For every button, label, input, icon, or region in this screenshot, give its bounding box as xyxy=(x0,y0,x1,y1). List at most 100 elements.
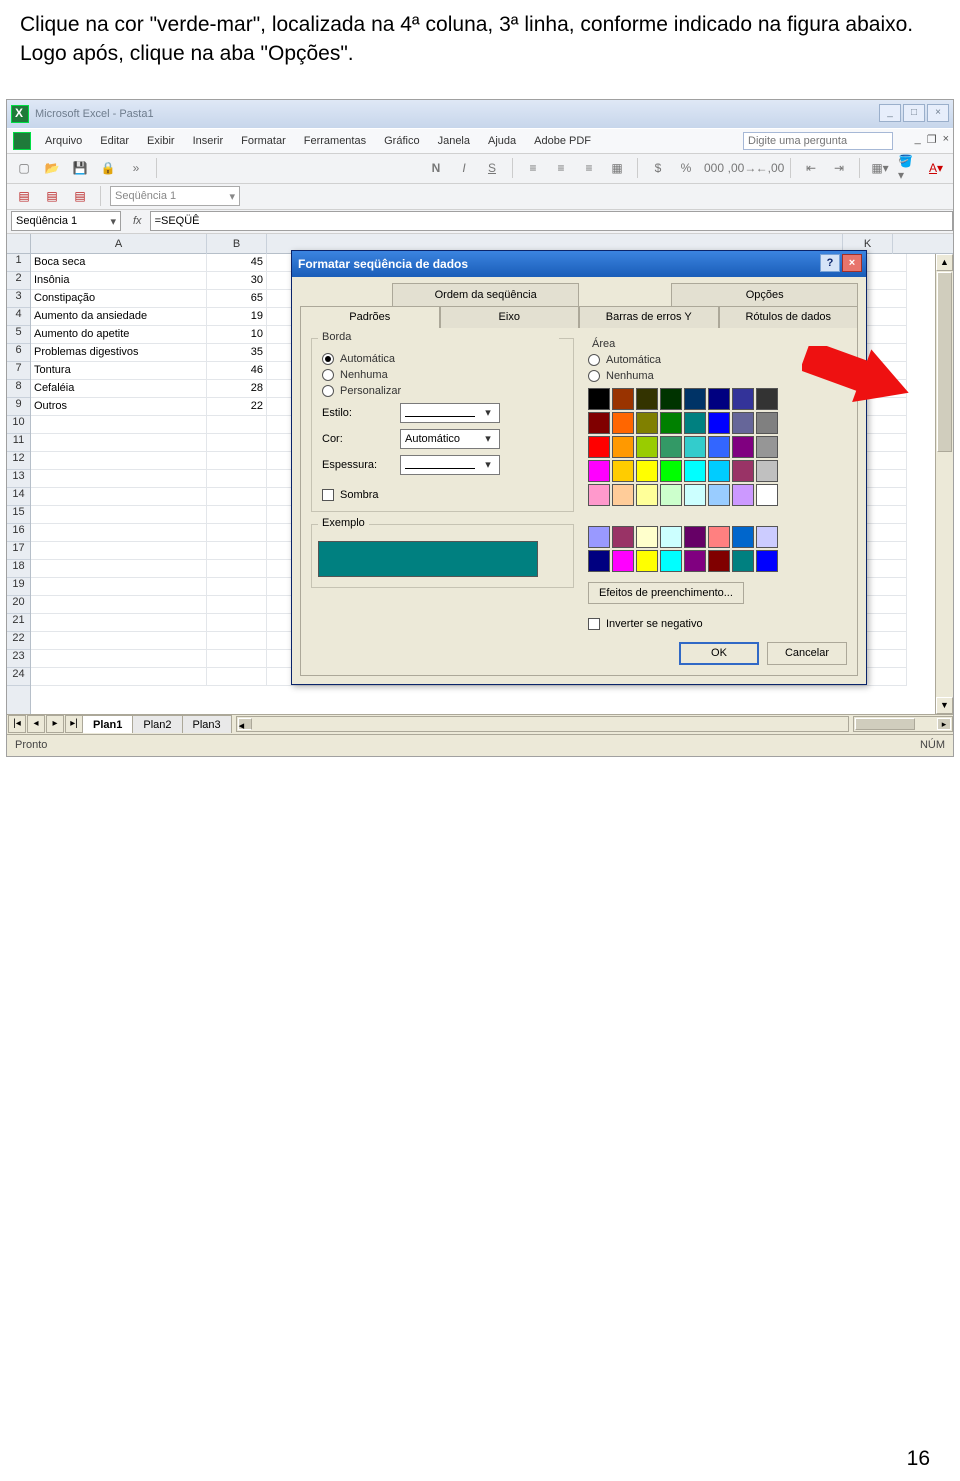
more-icon[interactable]: » xyxy=(125,157,147,179)
save-icon[interactable]: 💾 xyxy=(69,157,91,179)
cell[interactable]: Boca seca xyxy=(31,254,207,272)
italic-icon[interactable]: I xyxy=(453,157,475,179)
row-header[interactable]: 15 xyxy=(7,506,30,524)
row-header[interactable]: 22 xyxy=(7,632,30,650)
row-header[interactable]: 8 xyxy=(7,380,30,398)
color-swatch[interactable] xyxy=(660,436,682,458)
row-header[interactable]: 5 xyxy=(7,326,30,344)
cell[interactable]: 45 xyxy=(207,254,267,272)
cell[interactable] xyxy=(31,614,207,632)
vertical-scrollbar[interactable]: ▲ ▼ xyxy=(935,254,953,714)
color-swatch[interactable] xyxy=(684,550,706,572)
border-auto-radio[interactable]: Automática xyxy=(322,353,563,365)
color-swatch[interactable] xyxy=(708,460,730,482)
cell[interactable]: 28 xyxy=(207,380,267,398)
color-swatch[interactable] xyxy=(732,526,754,548)
cell[interactable]: 22 xyxy=(207,398,267,416)
cell[interactable] xyxy=(207,650,267,668)
weight-combo[interactable]: ▾ xyxy=(400,455,500,475)
cell[interactable] xyxy=(31,434,207,452)
color-swatch[interactable] xyxy=(612,526,634,548)
color-swatch[interactable] xyxy=(684,460,706,482)
pdf-icon-2[interactable]: ▤ xyxy=(41,185,63,207)
color-swatch[interactable] xyxy=(636,526,658,548)
scroll-down-icon[interactable]: ▼ xyxy=(936,697,953,714)
color-swatch[interactable] xyxy=(708,388,730,410)
underline-icon[interactable]: S xyxy=(481,157,503,179)
tab-nav-prev[interactable]: ◂ xyxy=(27,715,45,733)
row-header[interactable]: 4 xyxy=(7,308,30,326)
menu-ajuda[interactable]: Ajuda xyxy=(480,133,524,149)
cell[interactable] xyxy=(31,470,207,488)
cell[interactable]: Tontura xyxy=(31,362,207,380)
col-header-b[interactable]: B xyxy=(207,234,267,254)
invert-negative-checkbox[interactable]: Inverter se negativo xyxy=(588,618,847,630)
cell[interactable] xyxy=(31,632,207,650)
sheet-tab-plan3[interactable]: Plan3 xyxy=(182,715,232,733)
sheet-tab-plan2[interactable]: Plan2 xyxy=(132,715,182,733)
scroll-up-icon[interactable]: ▲ xyxy=(936,254,953,271)
thousands-icon[interactable]: 000 xyxy=(703,157,725,179)
color-swatch[interactable] xyxy=(636,412,658,434)
tab-ordem-sequencia[interactable]: Ordem da seqüência xyxy=(392,283,579,307)
menu-editar[interactable]: Editar xyxy=(92,133,137,149)
cell[interactable] xyxy=(31,542,207,560)
color-swatch[interactable] xyxy=(636,388,658,410)
menu-ferramentas[interactable]: Ferramentas xyxy=(296,133,374,149)
cell[interactable] xyxy=(207,506,267,524)
color-swatch[interactable] xyxy=(612,388,634,410)
cell[interactable]: 35 xyxy=(207,344,267,362)
cell[interactable] xyxy=(31,668,207,686)
cell[interactable]: Outros xyxy=(31,398,207,416)
cell[interactable]: Aumento do apetite xyxy=(31,326,207,344)
row-header[interactable]: 17 xyxy=(7,542,30,560)
color-swatch[interactable] xyxy=(756,412,778,434)
color-swatch[interactable] xyxy=(612,550,634,572)
color-swatch[interactable] xyxy=(660,460,682,482)
color-swatch[interactable] xyxy=(636,550,658,572)
fill-color-icon[interactable]: 🪣▾ xyxy=(897,157,919,179)
dialog-close-button[interactable]: × xyxy=(842,254,862,272)
color-swatch[interactable] xyxy=(612,412,634,434)
font-color-icon[interactable]: A▾ xyxy=(925,157,947,179)
cell[interactable] xyxy=(207,542,267,560)
doc-close-button[interactable]: × xyxy=(943,133,949,146)
color-swatch[interactable] xyxy=(684,526,706,548)
color-swatch[interactable] xyxy=(588,412,610,434)
tab-opcoes[interactable]: Opções xyxy=(671,283,858,307)
cell[interactable] xyxy=(31,596,207,614)
doc-minimize-button[interactable]: _ xyxy=(915,133,921,146)
color-swatch[interactable] xyxy=(612,460,634,482)
cell[interactable] xyxy=(31,560,207,578)
row-header[interactable]: 13 xyxy=(7,470,30,488)
fill-effects-button[interactable]: Efeitos de preenchimento... xyxy=(588,582,744,604)
hscroll-left-arrow[interactable]: ◂ xyxy=(238,718,252,730)
permission-icon[interactable]: 🔒 xyxy=(97,157,119,179)
percent-icon[interactable]: % xyxy=(675,157,697,179)
app-icon[interactable] xyxy=(13,132,31,150)
horizontal-scrollbar-left[interactable]: ◂ xyxy=(236,716,849,732)
color-swatch[interactable] xyxy=(684,436,706,458)
hscroll-right-arrow[interactable]: ▸ xyxy=(937,718,951,730)
color-swatch[interactable] xyxy=(756,436,778,458)
row-header[interactable]: 9 xyxy=(7,398,30,416)
cell[interactable]: Constipação xyxy=(31,290,207,308)
row-header[interactable]: 1 xyxy=(7,254,30,272)
color-swatch[interactable] xyxy=(732,412,754,434)
color-swatch[interactable] xyxy=(732,460,754,482)
cell[interactable] xyxy=(207,488,267,506)
color-swatch[interactable] xyxy=(684,412,706,434)
new-icon[interactable]: ▢ xyxy=(13,157,35,179)
cell[interactable] xyxy=(207,452,267,470)
color-swatch[interactable] xyxy=(588,460,610,482)
maximize-button[interactable]: □ xyxy=(903,104,925,122)
row-header[interactable]: 14 xyxy=(7,488,30,506)
pdf-icon[interactable]: ▤ xyxy=(13,185,35,207)
color-swatch[interactable] xyxy=(612,436,634,458)
cell[interactable] xyxy=(31,506,207,524)
tab-padroes[interactable]: Padrões xyxy=(300,306,440,328)
name-box[interactable]: Seqüência 1▾ xyxy=(11,211,121,231)
dialog-help-button[interactable]: ? xyxy=(820,254,840,272)
cell[interactable]: Problemas digestivos xyxy=(31,344,207,362)
open-icon[interactable]: 📂 xyxy=(41,157,63,179)
